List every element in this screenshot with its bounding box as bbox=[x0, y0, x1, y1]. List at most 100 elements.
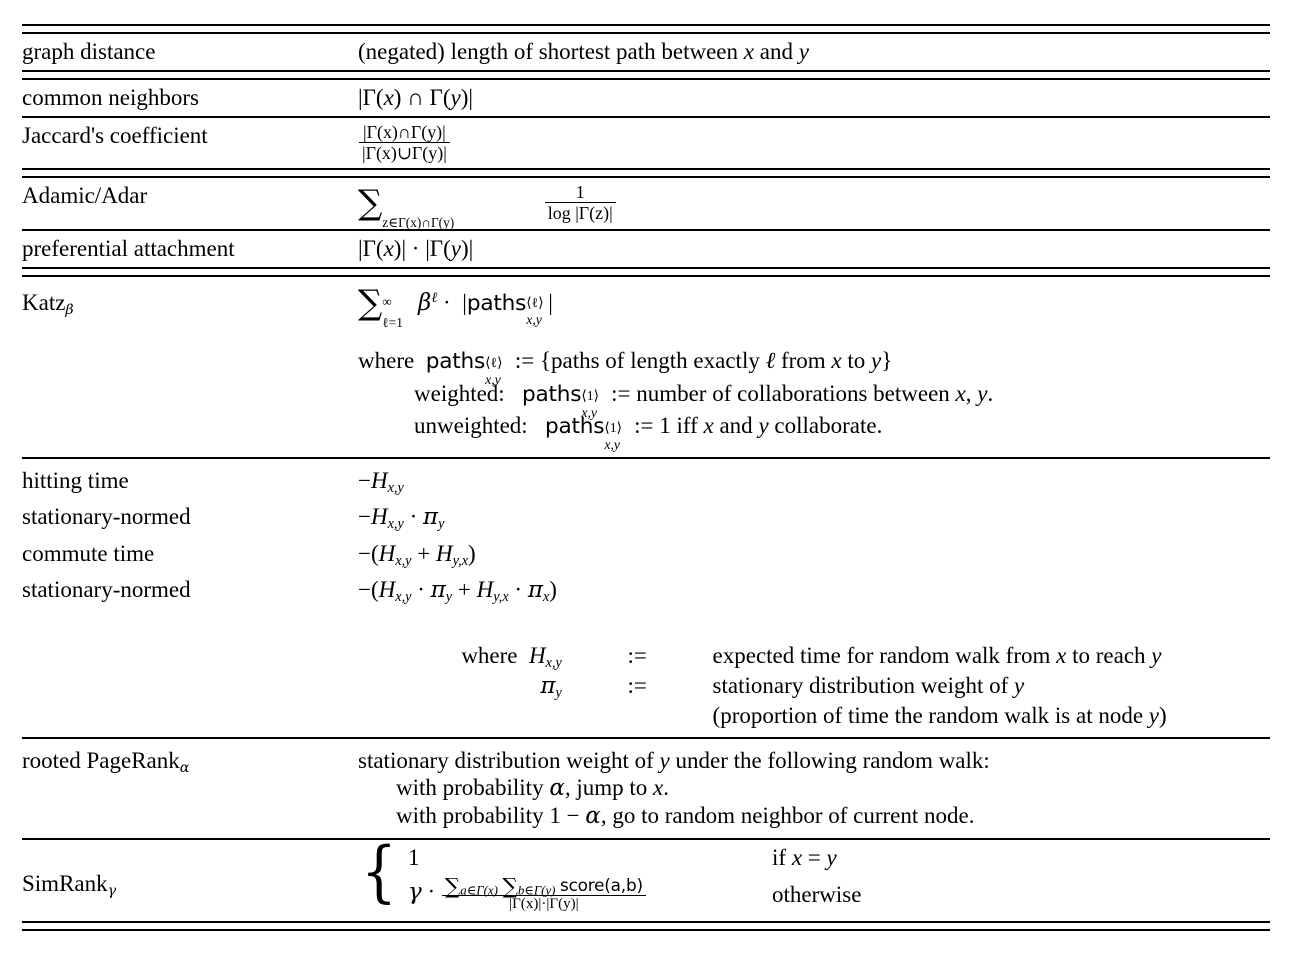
table-row: stationary-normed −(Hx,y · πy + Hy,x · π… bbox=[22, 572, 1270, 618]
simrank-label-main: SimRank bbox=[22, 870, 108, 896]
table-row: preferential attachment |Γ(x)| · |Γ(y)| bbox=[22, 231, 1270, 268]
row-label-commute-stationary-normed: stationary-normed bbox=[22, 577, 191, 603]
pagerank-label-subscript: α bbox=[179, 759, 190, 776]
table-row: SimRankγ { 1 if x = y γ · ∑a∈Γ(x) ∑b∈Γ(y… bbox=[22, 833, 1270, 922]
cdot: · bbox=[427, 879, 436, 905]
katz-where-line-1: where paths ⟨ℓ⟩ x,y := {paths of length ex… bbox=[358, 345, 1270, 387]
def-2-lhs: πy bbox=[540, 672, 562, 701]
row-formula-graph-distance: (negated) length of shortest path betwee… bbox=[358, 39, 809, 64]
where-keyword: where Hx,y bbox=[461, 643, 562, 672]
rule-top-double bbox=[22, 24, 1270, 34]
katz-where-line-3: unweighted: paths ⟨1⟩ x,y := 1 iff x and y… bbox=[358, 410, 1270, 452]
paths-superscript: ⟨ℓ⟩ bbox=[526, 294, 544, 310]
sum-1-subscript: a∈Γ(x) bbox=[460, 882, 498, 898]
beta-term: β bbox=[418, 289, 432, 316]
def-3-text: (proportion of time the random walk is a… bbox=[712, 702, 1167, 728]
rule-double-2 bbox=[22, 168, 1270, 179]
paths-word: paths bbox=[521, 381, 582, 407]
left-brace-icon: { bbox=[361, 833, 397, 911]
katz-where-block: where paths ⟨ℓ⟩ x,y := {paths of length ex… bbox=[358, 345, 1270, 453]
simrank-cases: { 1 if x = y γ · ∑a∈Γ(x) ∑b∈Γ(y) score(a… bbox=[358, 833, 1270, 913]
table-row: graph distance (negated) length of short… bbox=[22, 33, 1270, 71]
simrank-case-1-value: 1 bbox=[408, 845, 420, 871]
rule-bottom-double bbox=[22, 921, 1270, 932]
sum-symbol: ∑ bbox=[444, 874, 461, 900]
row-label-katz: Katzβ bbox=[22, 276, 358, 458]
table-row: rooted PageRankα stationary distribution… bbox=[22, 739, 1270, 839]
row-formula-preferential-attachment: |Γ(x)| · |Γ(y)| bbox=[358, 235, 474, 261]
simrank-case-2-value: γ · ∑a∈Γ(x) ∑b∈Γ(y) score(a,b) |Γ(x)|·|Γ… bbox=[408, 875, 768, 913]
pagerank-line-3: with probability 1 − α, go to random nei… bbox=[396, 803, 975, 830]
row-label-common-neighbors: common neighbors bbox=[22, 85, 199, 111]
beta-exponent: ℓ bbox=[431, 289, 438, 306]
def-1-relation: := bbox=[627, 643, 647, 669]
rule-double-3 bbox=[22, 266, 1270, 277]
row-label-hitting-time: hitting time bbox=[22, 467, 129, 493]
row-formula-hitting-stationary-normed: −Hx,y · πy bbox=[358, 504, 445, 533]
table-row: Jaccard's coefficient |Γ(x)∩Γ(y)| |Γ(x)∪… bbox=[22, 118, 1270, 169]
adamic-denominator: log |Γ(z)| bbox=[544, 202, 616, 223]
row-formula-hitting-time: −Hx,y bbox=[358, 467, 404, 496]
row-label-graph-distance: graph distance bbox=[22, 39, 156, 64]
where-line-2-text: := number of collaborations between x, y… bbox=[611, 380, 994, 406]
simrank-fraction: ∑a∈Γ(x) ∑b∈Γ(y) score(a,b) |Γ(x)|·|Γ(y)| bbox=[441, 875, 646, 913]
pagerank-label-main: rooted PageRank bbox=[22, 747, 180, 773]
row-label-commute-time: commute time bbox=[22, 541, 155, 567]
sum-symbol: ∑ bbox=[358, 183, 383, 224]
jaccard-fraction: |Γ(x)∩Γ(y)| |Γ(x)∪Γ(y)| bbox=[359, 122, 450, 163]
row-label-simrank: SimRankγ bbox=[22, 840, 358, 922]
simrank-case-1-condition: if x = y bbox=[772, 845, 837, 871]
table-row: hitting time −Hx,y bbox=[22, 459, 1270, 499]
def-2-text: stationary distribution weight of y bbox=[712, 672, 1025, 698]
simrank-numerator: ∑a∈Γ(x) ∑b∈Γ(y) score(a,b) bbox=[442, 875, 646, 898]
row-label-preferential-attachment: preferential attachment bbox=[22, 235, 235, 261]
table-row: commute time −(Hx,y + Hy,x) bbox=[22, 536, 1270, 572]
unweighted-keyword: unweighted: bbox=[414, 413, 528, 439]
def-2-relation: := bbox=[627, 672, 647, 698]
row-label-hitting-where-spacer bbox=[22, 618, 358, 737]
def-1-text: expected time for random walk from x to … bbox=[712, 643, 1162, 669]
table-row: common neighbors |Γ(x) ∩ Γ(y)| bbox=[22, 79, 1270, 117]
table-row: stationary-normed −Hx,y · πy bbox=[22, 499, 1270, 536]
jaccard-numerator: |Γ(x)∩Γ(y)| bbox=[363, 122, 446, 143]
table-row: Adamic/Adar ∑ z∈Γ(x)∩Γ(y) 1 log |Γ(z)| bbox=[22, 177, 1270, 231]
score-function: score(a,b) bbox=[559, 875, 643, 896]
paths-word: paths bbox=[466, 290, 527, 316]
simrank-label-subscript: γ bbox=[107, 882, 117, 899]
rule-double-1 bbox=[22, 70, 1270, 81]
row-label-rooted-pagerank: rooted PageRankα bbox=[22, 739, 358, 839]
adamic-fraction: 1 log |Γ(z)| bbox=[544, 182, 616, 223]
page-root: graph distance (negated) length of short… bbox=[0, 0, 1296, 962]
adamic-numerator: 1 bbox=[575, 182, 585, 203]
pagerank-line-2: with probability α, jump to x. bbox=[396, 774, 670, 801]
katz-formula: ∑ ∞ ℓ=1 βℓ · |paths ⟨ℓ⟩ x,y | bbox=[358, 282, 553, 330]
simrank-cases-body: 1 if x = y γ · ∑a∈Γ(x) ∑b∈Γ(y) score(a,b… bbox=[408, 844, 861, 913]
where-keyword: where bbox=[358, 347, 415, 373]
row-formula-commute-time: −(Hx,y + Hy,x) bbox=[358, 541, 476, 570]
table-row: where Hx,y := expected time for random w… bbox=[22, 618, 1270, 737]
paths-subscript: x,y bbox=[581, 404, 598, 420]
hitting-definitions: where Hx,y := expected time for random w… bbox=[358, 642, 1270, 728]
simrank-denominator: |Γ(x)|·|Γ(y)| bbox=[441, 895, 646, 913]
cdot: · bbox=[443, 289, 451, 315]
katz-label-main: Katz bbox=[22, 289, 66, 315]
row-formula-commute-stationary-normed: −(Hx,y · πy + Hy,x · πx) bbox=[358, 577, 557, 606]
sum-lower: ℓ=1 bbox=[382, 314, 403, 330]
link-prediction-measures-table: graph distance (negated) length of short… bbox=[22, 24, 1270, 932]
where-line-1-text: := {paths of length exactly ℓ from x to … bbox=[514, 347, 893, 373]
row-formula-simrank: { 1 if x = y γ · ∑a∈Γ(x) ∑b∈Γ(y) score(a… bbox=[358, 833, 1270, 922]
katz-label-subscript: β bbox=[65, 301, 74, 318]
row-formula-adamic-adar: ∑ z∈Γ(x)∩Γ(y) 1 log |Γ(z)| bbox=[358, 177, 1270, 231]
row-label-adamic-adar: Adamic/Adar bbox=[22, 183, 148, 209]
row-label-hitting-stationary-normed: stationary-normed bbox=[22, 504, 191, 530]
sum-upper: ∞ bbox=[382, 293, 392, 309]
table-row: Katzβ ∑ ∞ ℓ=1 βℓ · |paths ⟨ℓ⟩ x,y | where bbox=[22, 276, 1270, 458]
gamma-symbol: γ bbox=[408, 879, 422, 906]
row-label-jaccards-coefficient: Jaccard's coefficient bbox=[22, 123, 208, 149]
paths-subscript: x,y bbox=[485, 372, 501, 388]
sum-symbol: ∑ bbox=[358, 282, 383, 323]
paths-word: paths bbox=[425, 348, 486, 374]
sum-subscript: z∈Γ(x)∩Γ(y) bbox=[382, 215, 455, 231]
row-formula-hitting-where: where Hx,y := expected time for random w… bbox=[358, 618, 1270, 737]
jaccard-denominator: |Γ(x)∪Γ(y)| bbox=[359, 142, 450, 163]
